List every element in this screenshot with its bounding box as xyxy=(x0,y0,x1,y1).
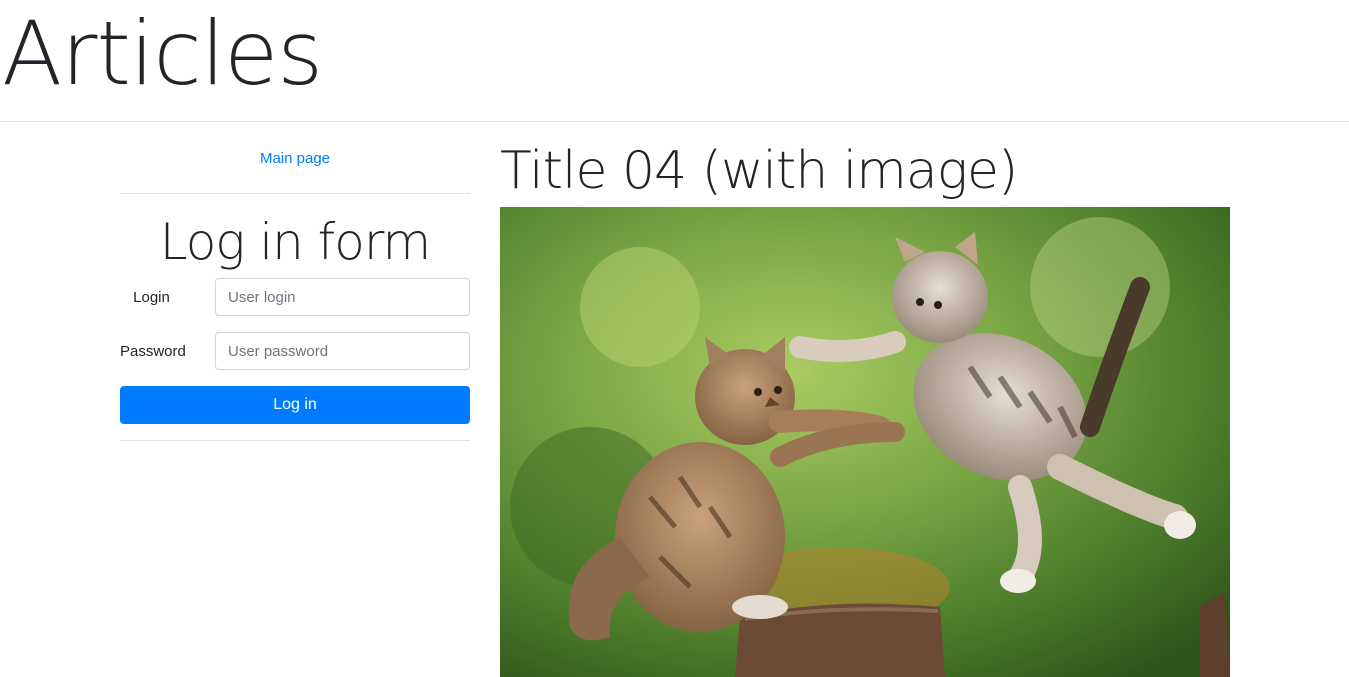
sidebar-divider-top xyxy=(120,193,470,194)
login-label: Login xyxy=(133,288,170,306)
login-form-title: Log in form xyxy=(159,213,432,271)
login-input[interactable] xyxy=(215,278,470,316)
password-row: Password xyxy=(120,332,470,370)
main-page-link[interactable]: Main page xyxy=(120,150,470,168)
article-title: Title 04 (with image) xyxy=(500,141,1018,201)
kittens-image xyxy=(500,207,1230,677)
sidebar-divider-bottom xyxy=(120,440,470,441)
login-form: Login Password Log in xyxy=(120,278,470,424)
login-button[interactable]: Log in xyxy=(120,386,470,424)
sidebar: Main page Log in form Login Password Log… xyxy=(120,123,470,441)
article: Title 04 (with image) xyxy=(500,140,1230,677)
login-row: Login xyxy=(120,278,470,316)
password-input[interactable] xyxy=(215,332,470,370)
kittens-illustration xyxy=(500,207,1230,677)
site-header: Articles xyxy=(0,0,1349,122)
password-label: Password xyxy=(120,342,186,360)
site-title: Articles xyxy=(2,2,323,105)
